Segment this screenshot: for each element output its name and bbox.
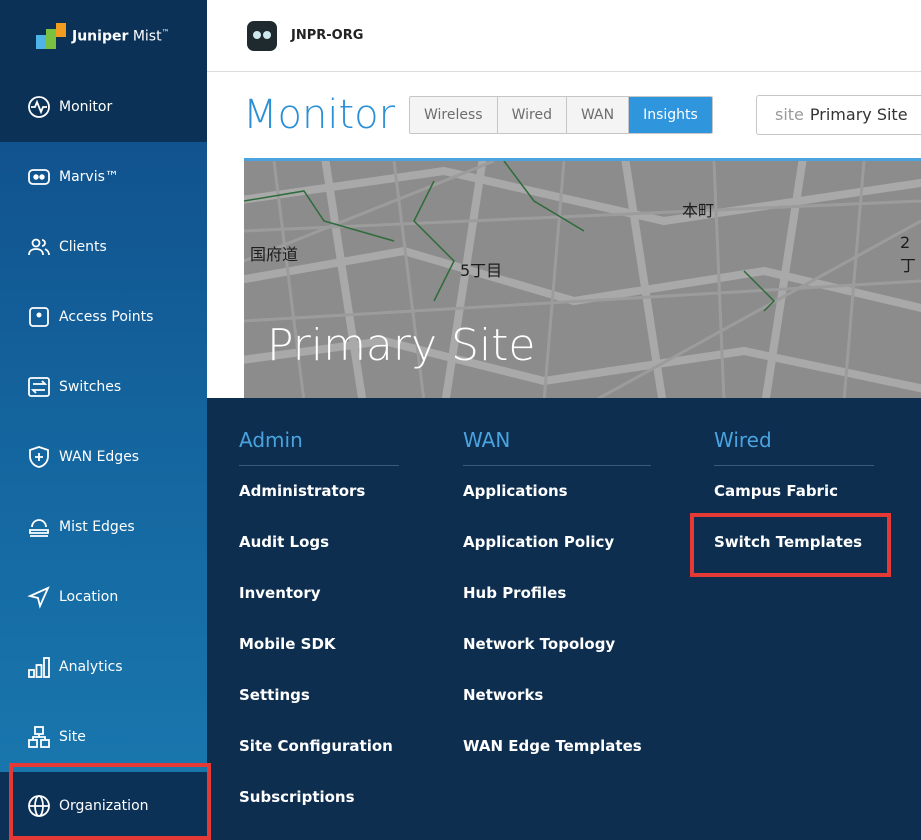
globe-icon — [28, 795, 50, 817]
sidebar-item-marvis[interactable]: Marvis™ — [0, 142, 207, 212]
menu-item-switch-templates[interactable]: Switch Templates — [714, 517, 874, 568]
access-point-icon — [29, 307, 49, 327]
map-site-title: Primary Site — [267, 320, 536, 371]
logo[interactable]: Juniper Mist™ — [0, 0, 207, 72]
menu-item-settings[interactable]: Settings — [239, 670, 399, 721]
site-selector-key: site — [775, 105, 804, 124]
menu-item-application-policy[interactable]: Application Policy — [463, 517, 651, 568]
sidebar-item-clients[interactable]: Clients — [0, 212, 207, 282]
monitor-tabs: Wireless Wired WAN Insights — [409, 96, 713, 134]
menu-item-applications[interactable]: Applications — [463, 466, 651, 517]
sidebar-item-label: Mist Edges — [59, 519, 135, 535]
marvis-icon — [28, 169, 50, 185]
menu-item-audit-logs[interactable]: Audit Logs — [239, 517, 399, 568]
menu-item-site-configuration[interactable]: Site Configuration — [239, 721, 399, 772]
menu-column-admin: Admin Administrators Audit Logs Inventor… — [239, 428, 399, 823]
switch-icon — [28, 377, 50, 397]
menu-item-campus-fabric[interactable]: Campus Fabric — [714, 466, 874, 517]
organization-menu: Admin Administrators Audit Logs Inventor… — [207, 398, 921, 840]
org-avatar-icon[interactable] — [247, 20, 277, 51]
menu-item-networks[interactable]: Networks — [463, 670, 651, 721]
menu-item-network-topology[interactable]: Network Topology — [463, 619, 651, 670]
site-selector-value: Primary Site — [809, 105, 908, 124]
sidebar-item-label: Marvis™ — [59, 169, 119, 185]
sidebar-item-monitor[interactable]: Monitor — [0, 72, 207, 142]
menu-heading-wired: Wired — [714, 428, 874, 466]
location-icon — [27, 586, 50, 609]
menu-item-mobile-sdk[interactable]: Mobile SDK — [239, 619, 399, 670]
sidebar-item-site[interactable]: Site — [0, 702, 207, 772]
sidebar-item-access-points[interactable]: Access Points — [0, 282, 207, 352]
menu-item-administrators[interactable]: Administrators — [239, 466, 399, 517]
menu-heading-admin: Admin — [239, 428, 399, 466]
org-name[interactable]: JNPR-ORG — [291, 28, 363, 43]
menu-heading-wan: WAN — [463, 428, 651, 466]
wan-edge-icon — [29, 446, 49, 468]
map-label: 2丁 — [900, 233, 917, 275]
clients-icon — [28, 238, 50, 256]
menu-column-wired: Wired Campus Fabric Switch Templates — [714, 428, 874, 568]
sidebar-item-label: WAN Edges — [59, 449, 140, 465]
menu-column-wan: WAN Applications Application Policy Hub … — [463, 428, 651, 772]
sidebar-item-label: Clients — [59, 239, 107, 255]
map-label: 5丁目 — [460, 261, 503, 280]
top-bar: JNPR-ORG — [207, 0, 921, 72]
sidebar-item-label: Site — [59, 729, 86, 745]
sidebar-item-organization[interactable]: Organization — [0, 772, 207, 840]
analytics-icon — [28, 657, 50, 678]
sidebar-item-label: Organization — [59, 798, 149, 814]
sidebar-item-mist-edges[interactable]: Mist Edges — [0, 492, 207, 562]
page-title: Monitor — [243, 92, 396, 138]
tab-wired[interactable]: Wired — [497, 97, 567, 133]
mist-edge-icon — [29, 519, 49, 537]
juniper-logo-icon — [36, 23, 66, 49]
tab-insights[interactable]: Insights — [629, 97, 712, 133]
sidebar-item-label: Analytics — [59, 659, 123, 675]
tab-wireless[interactable]: Wireless — [410, 97, 498, 133]
sidebar-item-wan-edges[interactable]: WAN Edges — [0, 422, 207, 492]
sidebar-item-label: Monitor — [59, 99, 113, 115]
map-label: 国府道 — [250, 245, 299, 264]
map-label: 本町 — [682, 201, 715, 220]
sidebar-item-label: Switches — [59, 379, 122, 395]
sidebar-item-label: Access Points — [59, 309, 154, 325]
menu-item-inventory[interactable]: Inventory — [239, 568, 399, 619]
sidebar-item-location[interactable]: Location — [0, 562, 207, 632]
sidebar-item-switches[interactable]: Switches — [0, 352, 207, 422]
pulse-icon — [28, 96, 50, 118]
logo-text: Juniper Mist™ — [72, 27, 170, 45]
tab-wan[interactable]: WAN — [566, 97, 630, 133]
sidebar: Juniper Mist™ Monitor Marvis™ Clients Ac… — [0, 0, 207, 840]
sidebar-item-label: Location — [59, 589, 119, 605]
site-icon — [28, 726, 50, 748]
sidebar-item-analytics[interactable]: Analytics — [0, 632, 207, 702]
menu-item-wan-edge-templates[interactable]: WAN Edge Templates — [463, 721, 651, 772]
site-selector[interactable]: site Primary Site — [756, 95, 921, 135]
menu-item-hub-profiles[interactable]: Hub Profiles — [463, 568, 651, 619]
menu-item-subscriptions[interactable]: Subscriptions — [239, 772, 399, 823]
